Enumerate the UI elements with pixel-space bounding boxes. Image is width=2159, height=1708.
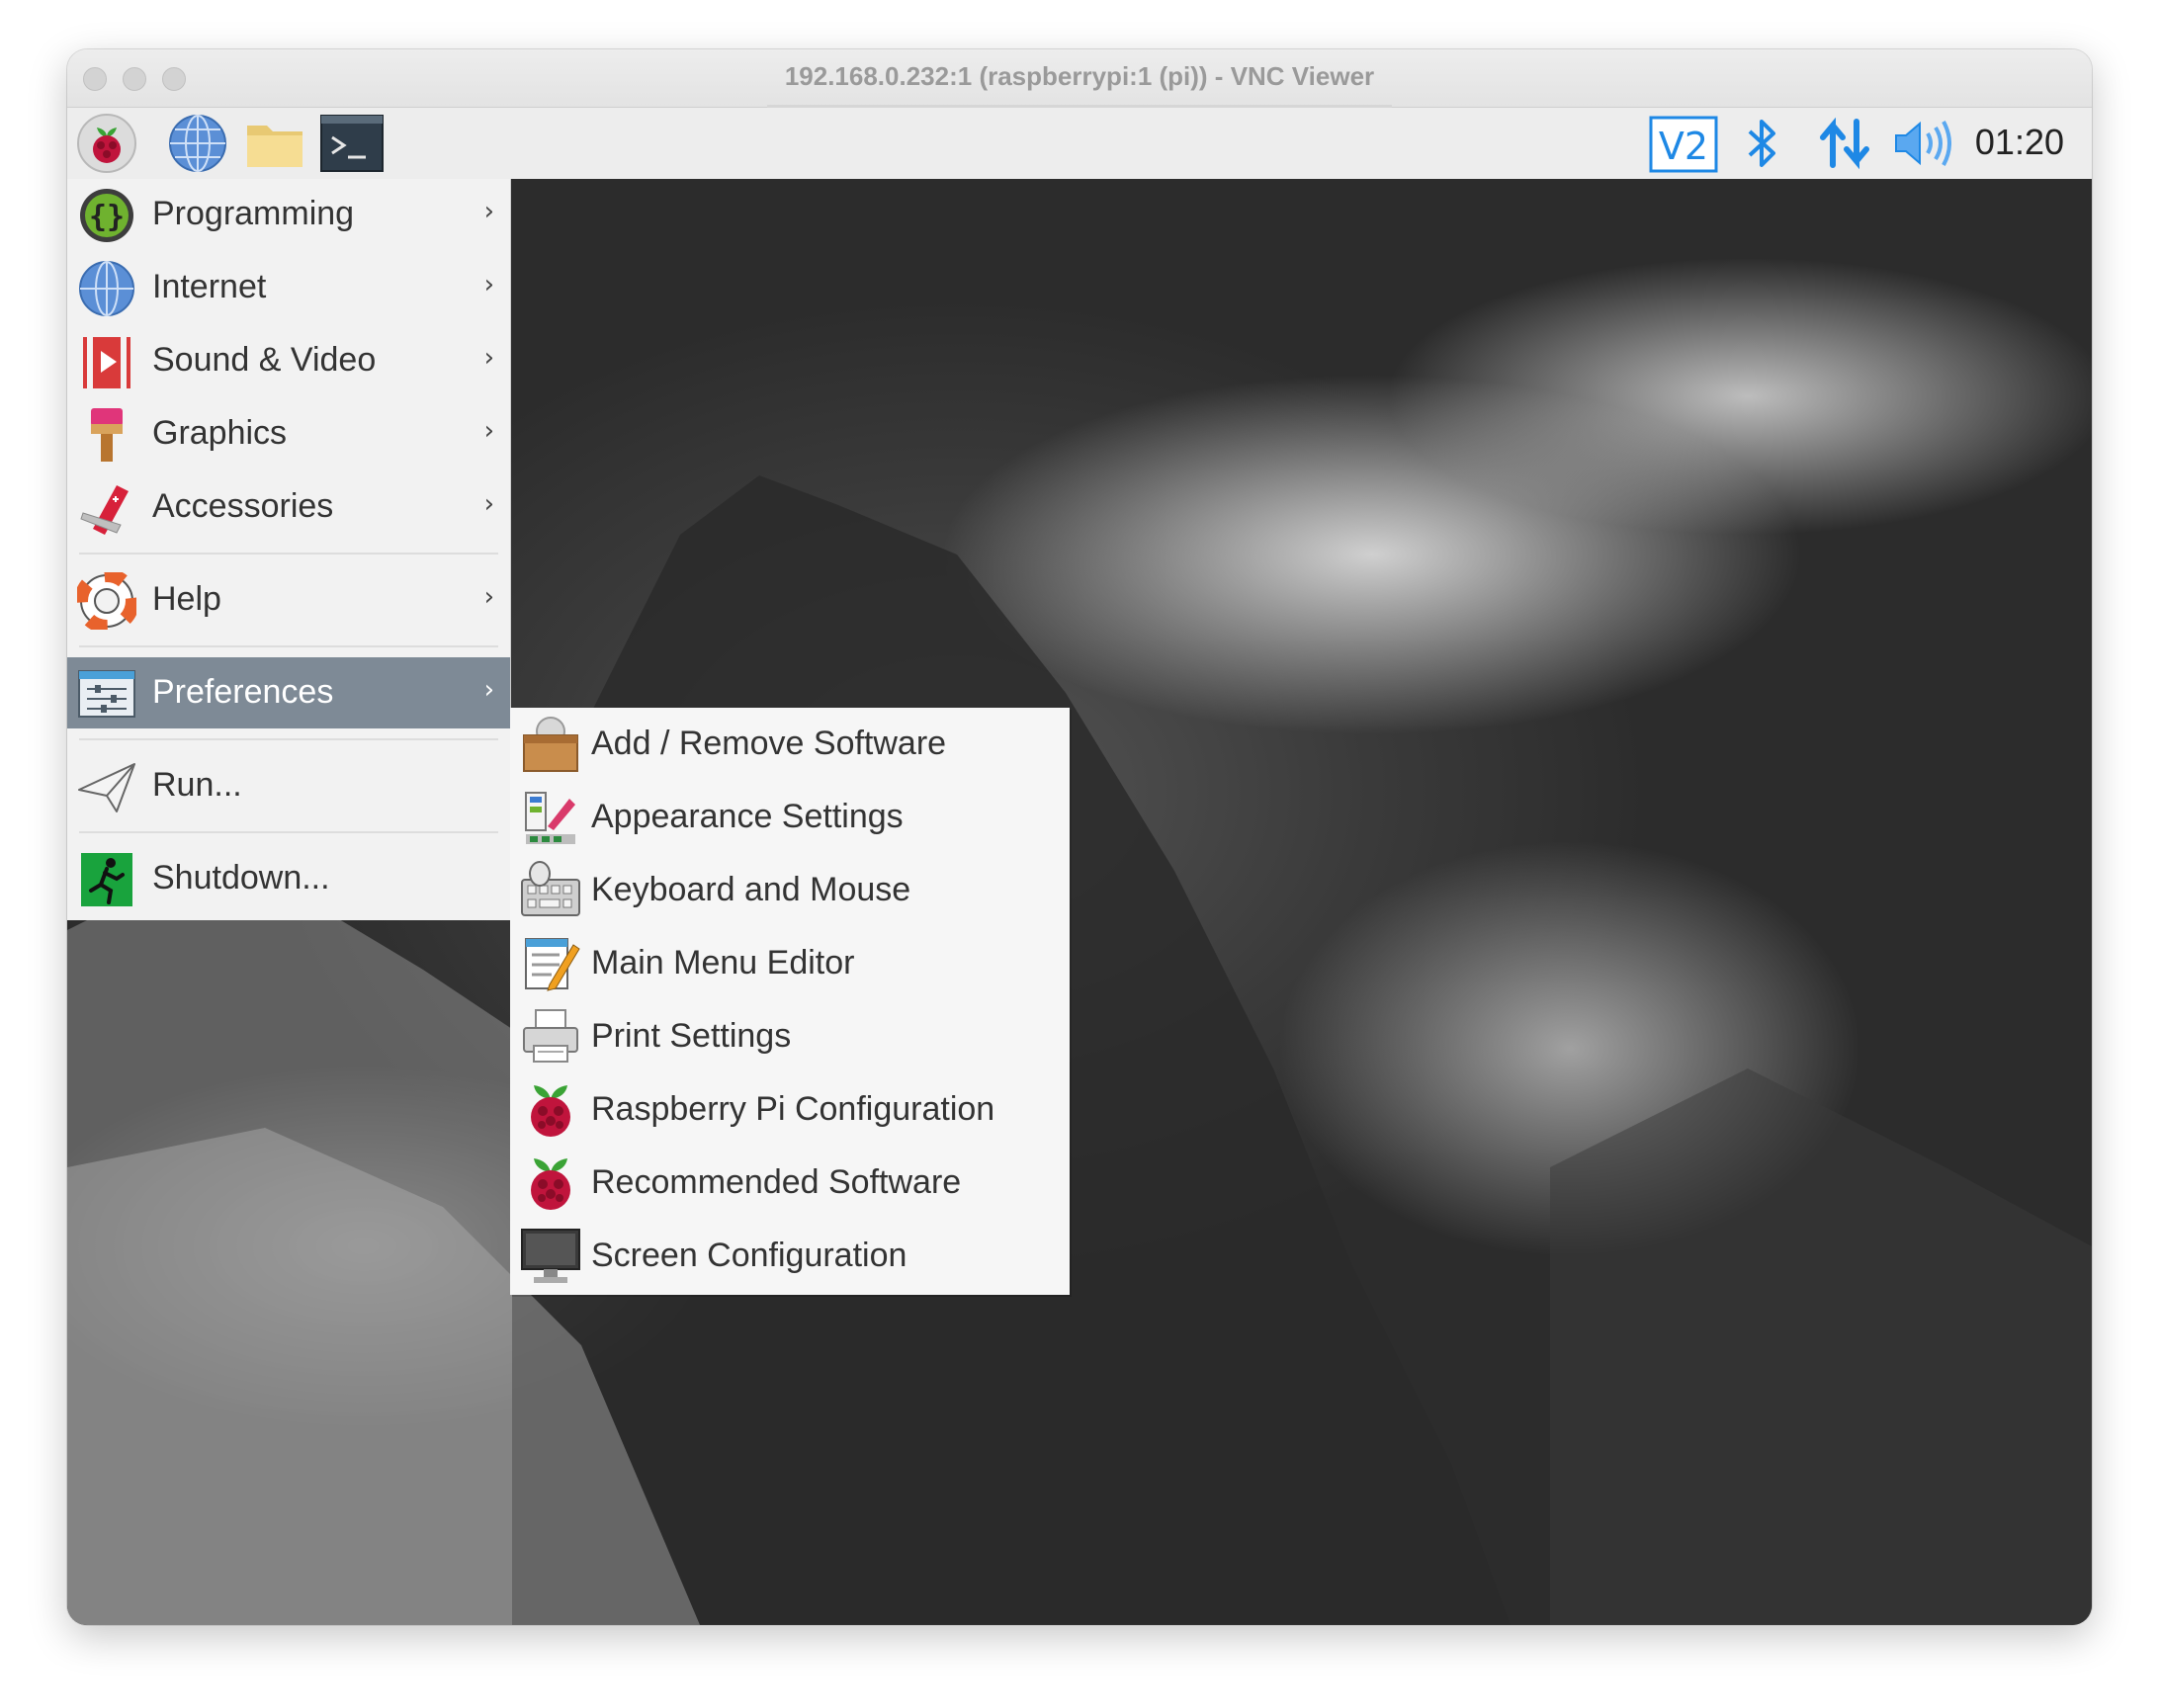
run-icon [77, 758, 136, 815]
package-icon [520, 714, 581, 775]
menu-separator [79, 645, 498, 647]
menu-separator [79, 738, 498, 740]
submenu-item-screen-configuration[interactable]: Screen Configuration [510, 1220, 1070, 1293]
menu-item-help[interactable]: Help › [67, 564, 510, 636]
submenu-item-label: Keyboard and Mouse [591, 871, 911, 908]
graphics-icon [77, 406, 136, 464]
bluetooth-icon[interactable] [1742, 116, 1781, 171]
submenu-item-label: Raspberry Pi Configuration [591, 1090, 995, 1128]
vnc-viewer-window: 192.168.0.232:1 (raspberrypi:1 (pi)) - V… [67, 49, 2092, 1625]
chevron-right-icon: › [483, 270, 494, 299]
submenu-item-raspberry-pi-configuration[interactable]: Raspberry Pi Configuration [510, 1073, 1070, 1147]
chevron-right-icon: › [483, 343, 494, 373]
menu-item-preferences[interactable]: Preferences › [67, 657, 510, 728]
submenu-item-label: Appearance Settings [591, 798, 904, 835]
submenu-item-keyboard-mouse[interactable]: Keyboard and Mouse [510, 854, 1070, 927]
menu-item-sound-video[interactable]: Sound & Video › [67, 325, 510, 396]
terminal-icon[interactable] [320, 114, 384, 173]
menu-item-accessories[interactable]: Accessories › [67, 471, 510, 543]
sound-video-icon [77, 333, 136, 390]
submenu-item-label: Print Settings [591, 1017, 792, 1055]
clock[interactable]: 01:20 [1975, 122, 2064, 163]
menu-separator [79, 831, 498, 833]
submenu-item-recommended-software[interactable]: Recommended Software [510, 1147, 1070, 1220]
main-menu: {} Programming › Internet › Sound & Vide… [67, 179, 510, 920]
menu-item-label: Run... [152, 766, 242, 804]
network-icon[interactable] [1817, 116, 1872, 171]
raspberry-icon [520, 1079, 581, 1141]
submenu-item-main-menu-editor[interactable]: Main Menu Editor [510, 927, 1070, 1000]
menu-item-graphics[interactable]: Graphics › [67, 398, 510, 470]
raspberry-icon [520, 1153, 581, 1214]
preferences-submenu: Add / Remove Software Appearance Setting… [510, 708, 1070, 1295]
submenu-item-appearance-settings[interactable]: Appearance Settings [510, 781, 1070, 854]
taskbar: V2 01:20 [67, 108, 2092, 180]
submenu-item-add-remove-software[interactable]: Add / Remove Software [510, 708, 1070, 781]
preferences-icon [77, 665, 136, 723]
menu-item-run[interactable]: Run... [67, 750, 510, 821]
raspberry-menu-icon[interactable] [75, 114, 138, 173]
menu-item-label: Accessories [152, 487, 334, 525]
svg-text:{}: {} [89, 200, 125, 234]
menu-item-label: Shutdown... [152, 859, 330, 897]
volume-icon[interactable] [1892, 116, 1951, 171]
accessories-icon [77, 479, 136, 537]
menu-separator [79, 553, 498, 555]
programming-icon: {} [77, 187, 136, 244]
printer-icon [520, 1006, 581, 1068]
keyboard-mouse-icon [520, 860, 581, 921]
menu-item-internet[interactable]: Internet › [67, 252, 510, 323]
submenu-item-print-settings[interactable]: Print Settings [510, 1000, 1070, 1073]
help-icon [74, 568, 139, 634]
web-browser-icon[interactable] [166, 114, 229, 173]
monitor-icon [520, 1226, 581, 1287]
menu-item-shutdown[interactable]: Shutdown... [67, 843, 510, 914]
chevron-right-icon: › [483, 197, 494, 226]
window-title: 192.168.0.232:1 (raspberrypi:1 (pi)) - V… [784, 61, 1375, 91]
chevron-right-icon: › [483, 582, 494, 612]
vnc-label: V2 [1659, 125, 1708, 168]
menu-item-label: Sound & Video [152, 341, 377, 379]
submenu-item-label: Main Menu Editor [591, 944, 855, 982]
file-manager-icon[interactable] [243, 114, 306, 173]
menu-editor-icon [520, 933, 581, 994]
menu-item-label: Help [152, 580, 221, 618]
menu-item-label: Internet [152, 268, 267, 305]
submenu-item-label: Screen Configuration [591, 1237, 907, 1274]
menu-item-label: Programming [152, 195, 355, 232]
title-bar[interactable]: 192.168.0.232:1 (raspberrypi:1 (pi)) - V… [67, 49, 2092, 108]
internet-icon [77, 260, 136, 317]
appearance-icon [520, 787, 581, 848]
chevron-right-icon: › [483, 675, 494, 705]
submenu-item-label: Add / Remove Software [591, 725, 947, 762]
vnc-server-icon[interactable]: V2 [1649, 116, 1718, 173]
chevron-right-icon: › [483, 489, 494, 519]
menu-item-label: Graphics [152, 414, 288, 452]
menu-item-programming[interactable]: {} Programming › [67, 179, 510, 250]
menu-item-label: Preferences [152, 673, 334, 711]
chevron-right-icon: › [483, 416, 494, 446]
shutdown-icon [77, 851, 136, 908]
submenu-item-label: Recommended Software [591, 1163, 962, 1201]
